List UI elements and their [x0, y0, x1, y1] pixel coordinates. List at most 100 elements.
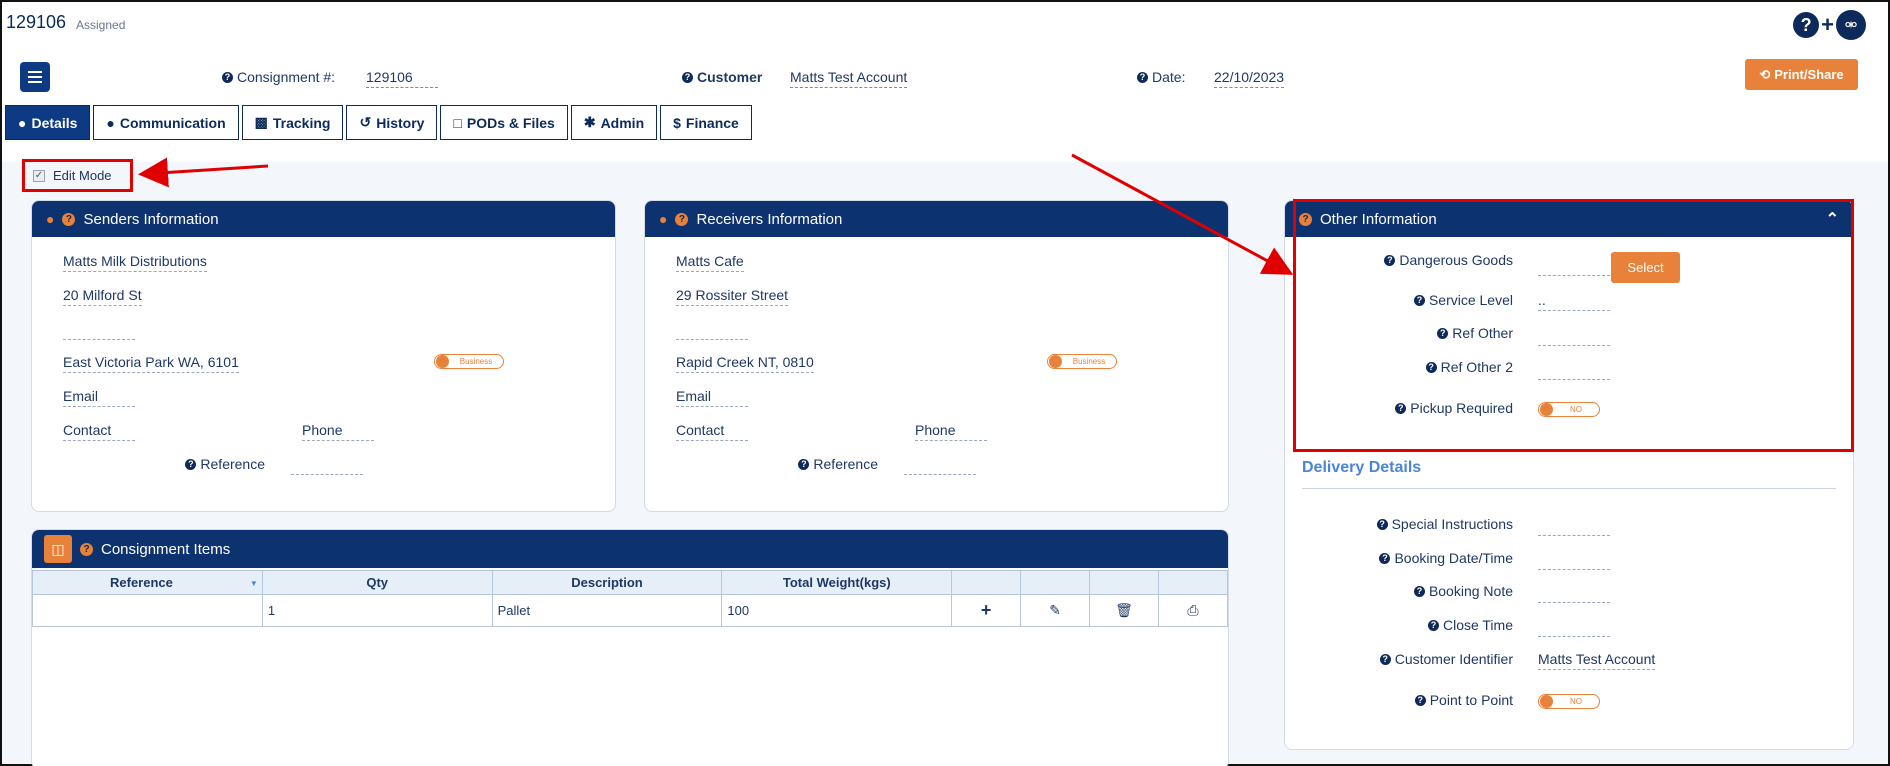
plus-icon[interactable]: + [1821, 12, 1834, 38]
columns-icon[interactable]: ◫ [44, 535, 72, 563]
delivery-divider [1302, 488, 1836, 489]
edit-mode-checkbox[interactable]: ✓ [33, 169, 45, 182]
sender-business-toggle[interactable]: Business [434, 354, 504, 369]
date-value[interactable]: 22/10/2023 [1214, 69, 1285, 88]
receivers-header: ● ? Receivers Information [645, 201, 1228, 237]
toggle-knob [1049, 355, 1062, 368]
plus-icon: + [980, 600, 992, 620]
sender-email[interactable]: Email [63, 388, 135, 407]
column-description[interactable]: Description [491, 570, 723, 595]
edit-icon: ✎ [1049, 602, 1061, 618]
question-icon: ? [1379, 552, 1391, 564]
close-time-value[interactable] [1538, 636, 1610, 637]
question-icon: ? [1427, 619, 1439, 631]
gear-icon: ✱ [583, 114, 596, 130]
delete-row-button[interactable]: 🗑 [1089, 594, 1160, 627]
other-info-highlight [1293, 199, 1854, 452]
trash-icon: 🗑 [1115, 602, 1133, 618]
tab-finance[interactable]: $ Finance [660, 105, 752, 140]
add-row-button[interactable]: + [951, 594, 1022, 627]
sender-reference-label: ? Reference [160, 456, 265, 472]
customer-label: ? Customer [682, 69, 762, 85]
point-to-point-toggle[interactable]: NO [1538, 694, 1600, 709]
dollar-icon: $ [673, 114, 681, 131]
sender-suburb[interactable]: East Victoria Park WA, 6101 [63, 354, 239, 373]
customer-value[interactable]: Matts Test Account [790, 69, 908, 88]
table-header-row: Reference ▼ Qty Description Total Weight(… [32, 570, 1228, 595]
question-icon: ? [80, 542, 93, 556]
tag-icon[interactable]: ⚮ [1836, 10, 1866, 40]
user-icon: ● [18, 114, 27, 131]
tab-history[interactable]: ↺ History [346, 105, 438, 140]
special-instructions-label: ? Special Instructions [1300, 516, 1513, 532]
help-icon[interactable]: ? [1793, 12, 1820, 38]
cell-reference[interactable] [32, 594, 263, 627]
consignment-items-table: Reference ▼ Qty Description Total Weight(… [32, 570, 1228, 627]
receiver-address1[interactable]: 29 Rossiter Street [676, 287, 789, 306]
receiver-address2[interactable] [676, 339, 748, 340]
delivery-details-title: Delivery Details [1302, 459, 1422, 476]
sender-phone[interactable]: Phone [302, 422, 374, 441]
booking-datetime-value[interactable] [1538, 569, 1610, 570]
special-instructions-value[interactable] [1538, 535, 1610, 536]
tab-admin[interactable]: ✱ Admin [570, 105, 658, 140]
consignment-value[interactable]: 129106 [366, 69, 438, 88]
receiver-email[interactable]: Email [676, 388, 748, 407]
booking-datetime-label: ? Booking Date/Time [1300, 550, 1513, 566]
sort-down-icon[interactable]: ▼ [250, 579, 258, 588]
senders-header: ● ? Senders Information [32, 201, 615, 237]
question-icon: ? [1379, 653, 1391, 665]
column-print [1158, 570, 1228, 595]
tab-tracking[interactable]: ▩ Tracking [241, 105, 344, 140]
cell-weight[interactable]: 100 [721, 594, 953, 627]
consignment-label: ? Consignment #: [222, 69, 335, 85]
question-icon: ? [798, 458, 810, 470]
question-icon: ? [675, 212, 689, 226]
cell-description[interactable]: Pallet [491, 594, 723, 627]
sender-address1[interactable]: 20 Milford St [63, 287, 142, 306]
receiver-reference-value[interactable] [904, 474, 976, 475]
question-icon: ? [682, 71, 693, 83]
tab-communication[interactable]: ● Communication [93, 105, 239, 140]
question-icon: ? [1137, 71, 1148, 83]
tab-details[interactable]: ● Details [5, 105, 91, 140]
sender-address2[interactable] [63, 339, 135, 340]
truck-icon: ▩ [254, 114, 268, 130]
sender-reference-value[interactable] [291, 474, 363, 475]
toggle-knob [1540, 695, 1553, 708]
tab-pods-files[interactable]: □ PODs & Files [440, 105, 568, 140]
sender-contact[interactable]: Contact [63, 422, 135, 441]
receiver-phone[interactable]: Phone [915, 422, 987, 441]
column-reference[interactable]: Reference ▼ [32, 570, 263, 595]
tab-bar: ● Details ● Communication ▩ Tracking ↺ Histo… [5, 105, 752, 140]
receiver-contact[interactable]: Contact [676, 422, 748, 441]
question-icon: ? [1413, 585, 1425, 597]
sender-name[interactable]: Matts Milk Distributions [63, 253, 207, 272]
printer-icon: ⎙ [1187, 602, 1199, 618]
comment-icon: ● [106, 114, 115, 131]
column-edit [1020, 570, 1091, 595]
share-icon: ⟲ [1759, 66, 1771, 82]
receiver-business-toggle[interactable]: Business [1047, 354, 1117, 369]
cell-qty[interactable]: 1 [261, 594, 493, 627]
column-weight[interactable]: Total Weight(kgs) [721, 570, 953, 595]
print-row-button[interactable]: ⎙ [1158, 594, 1228, 627]
file-icon: □ [453, 114, 462, 131]
customer-identifier-label: ? Customer Identifier [1300, 651, 1513, 667]
table-row[interactable]: 1 Pallet 100 + ✎ 🗑 ⎙ [32, 594, 1228, 627]
column-qty[interactable]: Qty [261, 570, 493, 595]
point-to-point-label: ? Point to Point [1300, 692, 1513, 708]
menu-button[interactable] [20, 62, 50, 92]
history-icon: ↺ [359, 114, 372, 130]
job-status: Assigned [76, 18, 126, 32]
receiver-suburb[interactable]: Rapid Creek NT, 0810 [676, 354, 814, 373]
print-share-button[interactable]: ⟲ Print/Share [1745, 59, 1858, 90]
close-time-label: ? Close Time [1300, 617, 1513, 633]
receiver-reference-label: ? Reference [773, 456, 878, 472]
customer-identifier-value[interactable]: Matts Test Account [1538, 651, 1656, 670]
booking-note-value[interactable] [1538, 602, 1610, 603]
receiver-name[interactable]: Matts Cafe [676, 253, 744, 272]
question-icon: ? [1376, 518, 1388, 530]
edit-mode-toggle[interactable]: ✓ Edit Mode [22, 159, 133, 192]
edit-row-button[interactable]: ✎ [1020, 594, 1091, 627]
